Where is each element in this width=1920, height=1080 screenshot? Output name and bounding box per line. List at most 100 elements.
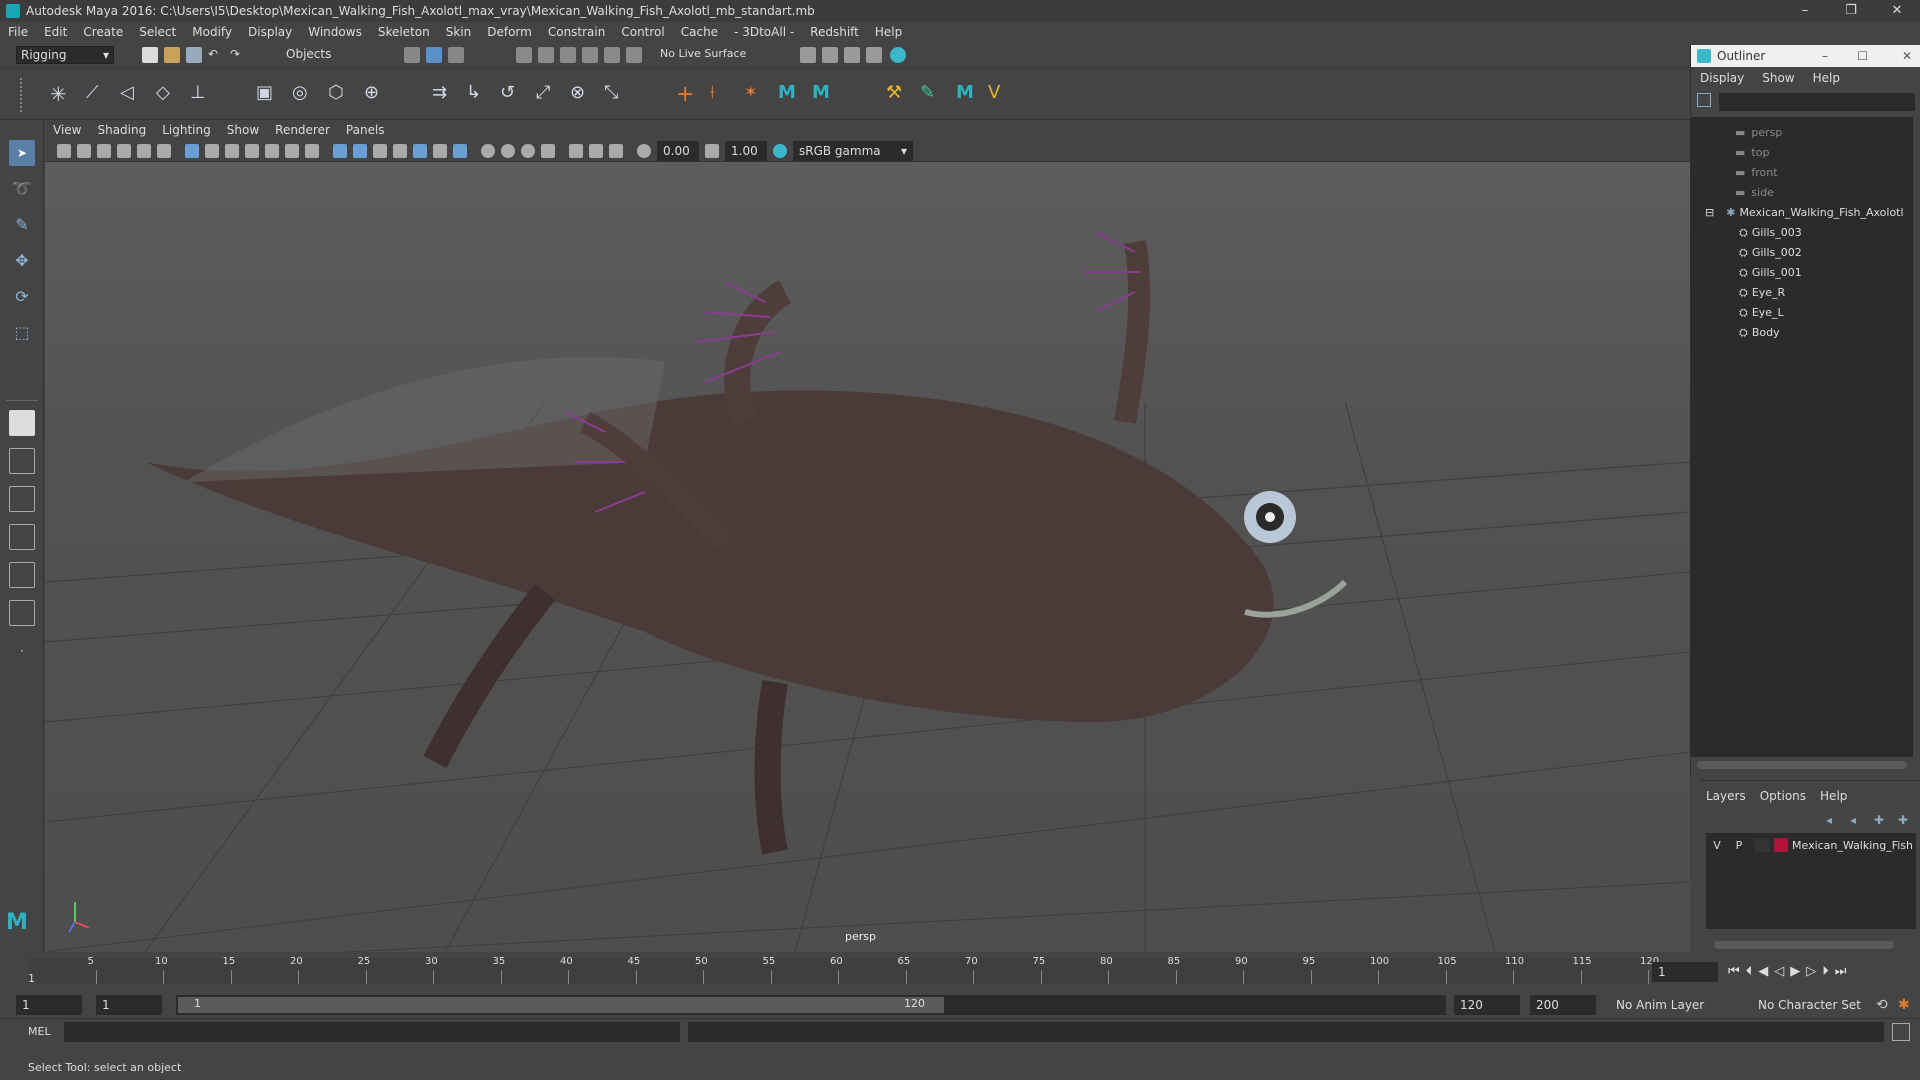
shelf-options-icon[interactable]	[20, 78, 30, 112]
snap-live-icon[interactable]	[626, 47, 642, 63]
command-input[interactable]	[64, 1022, 680, 1042]
wireframe-icon[interactable]	[333, 144, 347, 158]
panel-menu-lighting[interactable]: Lighting	[154, 123, 219, 137]
panel-menu-renderer[interactable]: Renderer	[267, 123, 338, 137]
character-set-dropdown[interactable]: No Character Set	[1752, 995, 1872, 1015]
panel-menu-shading[interactable]: Shading	[89, 123, 154, 137]
playback-start-field[interactable]: 1	[96, 995, 162, 1015]
live-surface-label[interactable]: No Live Surface	[660, 47, 746, 60]
panel-menu-view[interactable]: View	[45, 123, 89, 137]
outliner-filter-icon[interactable]	[1697, 93, 1711, 107]
paint-skin-icon[interactable]: ✎	[920, 82, 944, 106]
paint-weights-icon[interactable]: ◎	[292, 82, 316, 106]
script-editor-icon[interactable]	[1892, 1023, 1910, 1041]
xray-joints-icon[interactable]	[589, 144, 603, 158]
layer-playback-toggle[interactable]: P	[1728, 839, 1750, 852]
more-layouts-icon[interactable]: ·	[9, 638, 35, 664]
outliner-item-body[interactable]: ⛭ Body	[1739, 323, 1780, 343]
safe-title-icon[interactable]	[305, 144, 319, 158]
snap-grid-icon[interactable]	[516, 47, 532, 63]
locator-icon[interactable]: +	[676, 82, 700, 107]
move-tool-icon[interactable]: ✥	[9, 248, 35, 274]
new-layer-selected-icon[interactable]: ✚	[1898, 813, 1908, 827]
select-component-icon[interactable]	[448, 47, 464, 63]
snap-view-plane-icon[interactable]	[582, 47, 598, 63]
time-slider[interactable]: 5 10 15 20 25 30 35 40 45 50 55 60 65 70 75 80 85 90 95 100…	[0, 952, 1920, 992]
wireframe-on-shaded-icon[interactable]	[373, 144, 387, 158]
layer-row[interactable]: V P Mexican_Walking_Fish	[1706, 835, 1916, 855]
menu-file[interactable]: File	[0, 25, 36, 39]
layer-move-down-icon[interactable]: ◂	[1850, 813, 1856, 827]
undo-icon[interactable]: ↶	[208, 47, 224, 63]
menu-skeleton[interactable]: Skeleton	[370, 25, 438, 39]
persp-graph-layout-icon[interactable]	[9, 524, 35, 550]
layer-visibility-toggle[interactable]: V	[1706, 839, 1728, 852]
layer-move-up-icon[interactable]: ◂	[1826, 813, 1832, 827]
menu-edit[interactable]: Edit	[36, 25, 75, 39]
play-backward-icon[interactable]: ◁	[1774, 964, 1784, 979]
menu-deform[interactable]: Deform	[479, 25, 540, 39]
textured-icon[interactable]	[393, 144, 407, 158]
step-forward-frame-icon[interactable]: ▷	[1806, 964, 1816, 979]
menu-3dtoall[interactable]: - 3DtoAll -	[726, 25, 802, 39]
ik-spline-icon[interactable]: ◁	[120, 82, 144, 106]
menu-modify[interactable]: Modify	[184, 25, 240, 39]
rotate-tool-icon[interactable]: ⟳	[9, 284, 35, 310]
layer-menu-help[interactable]: Help	[1820, 789, 1847, 803]
paint-select-tool-icon[interactable]: ✎	[9, 212, 35, 238]
aim-constraint-icon[interactable]: ↳	[466, 82, 490, 106]
outliner-item-gills-003[interactable]: ⛭ Gills_003	[1739, 223, 1802, 243]
outliner-item-persp[interactable]: ▬ persp	[1735, 123, 1782, 143]
use-all-lights-icon[interactable]	[413, 144, 427, 158]
render-frame-icon[interactable]	[822, 47, 838, 63]
collapse-icon[interactable]: ⊟	[1705, 206, 1714, 219]
panel-menu-panels[interactable]: Panels	[338, 123, 393, 137]
2d-pan-zoom-icon[interactable]	[137, 144, 151, 158]
anim-layer-dropdown[interactable]: No Anim Layer	[1610, 995, 1746, 1015]
layer-menu-layers[interactable]: Layers	[1706, 789, 1746, 803]
cluster-icon[interactable]: ⊕	[364, 82, 388, 106]
snap-surface-icon[interactable]	[604, 47, 620, 63]
range-slider-handle[interactable]	[178, 997, 944, 1013]
camera-attributes-icon[interactable]	[77, 144, 91, 158]
bake-simulation-icon[interactable]: ⚒	[886, 82, 910, 106]
save-scene-icon[interactable]	[186, 47, 202, 63]
selection-mask-dropdown[interactable]: Objects	[282, 46, 378, 64]
outliner-item-top[interactable]: ▬ top	[1735, 143, 1769, 163]
smooth-shade-icon[interactable]	[353, 144, 367, 158]
menu-help[interactable]: Help	[867, 25, 910, 39]
outliner-item-gills-002[interactable]: ⛭ Gills_002	[1739, 243, 1802, 263]
menu-constrain[interactable]: Constrain	[540, 25, 614, 39]
panel-menu-show[interactable]: Show	[219, 123, 267, 137]
blend-shape-icon[interactable]: V	[988, 82, 1012, 106]
safe-action-icon[interactable]	[285, 144, 299, 158]
grease-pencil-icon[interactable]	[157, 144, 171, 158]
minimize-button[interactable]: –	[1782, 0, 1828, 22]
orient-constraint-icon[interactable]: ↺	[500, 82, 524, 106]
render-settings-icon[interactable]	[800, 47, 816, 63]
range-slider[interactable]: 1 120	[176, 995, 1446, 1015]
go-to-end-icon[interactable]: ⏭	[1835, 964, 1847, 979]
shadows-icon[interactable]	[433, 144, 447, 158]
axolotl-model[interactable]	[145, 231, 1348, 855]
single-perspective-layout-icon[interactable]	[9, 410, 35, 436]
gamma-field[interactable]: 1.00	[725, 141, 767, 161]
outliner-menu-display[interactable]: Display	[1691, 71, 1753, 85]
motion-blur-icon[interactable]	[481, 144, 495, 158]
outliner-menu-help[interactable]: Help	[1804, 71, 1849, 85]
film-gate-icon[interactable]	[205, 144, 219, 158]
layer-menu-options[interactable]: Options	[1760, 789, 1806, 803]
outliner-close-button[interactable]: ✕	[1902, 49, 1912, 63]
layer-display-type[interactable]	[1754, 838, 1770, 852]
animation-end-field[interactable]: 200	[1530, 995, 1596, 1015]
menu-create[interactable]: Create	[75, 25, 131, 39]
four-view-layout-icon[interactable]	[9, 448, 35, 474]
uv-layout-icon[interactable]	[9, 600, 35, 626]
color-management-icon[interactable]	[773, 144, 787, 158]
ipr-render-icon[interactable]	[844, 47, 860, 63]
isolate-select-icon[interactable]	[541, 144, 555, 158]
step-forward-key-icon[interactable]: ⏵	[1822, 964, 1829, 979]
select-object-icon[interactable]	[426, 47, 442, 63]
step-back-key-icon[interactable]: ⏴	[1746, 964, 1753, 979]
persp-viewport[interactable]: persp	[45, 162, 1690, 952]
